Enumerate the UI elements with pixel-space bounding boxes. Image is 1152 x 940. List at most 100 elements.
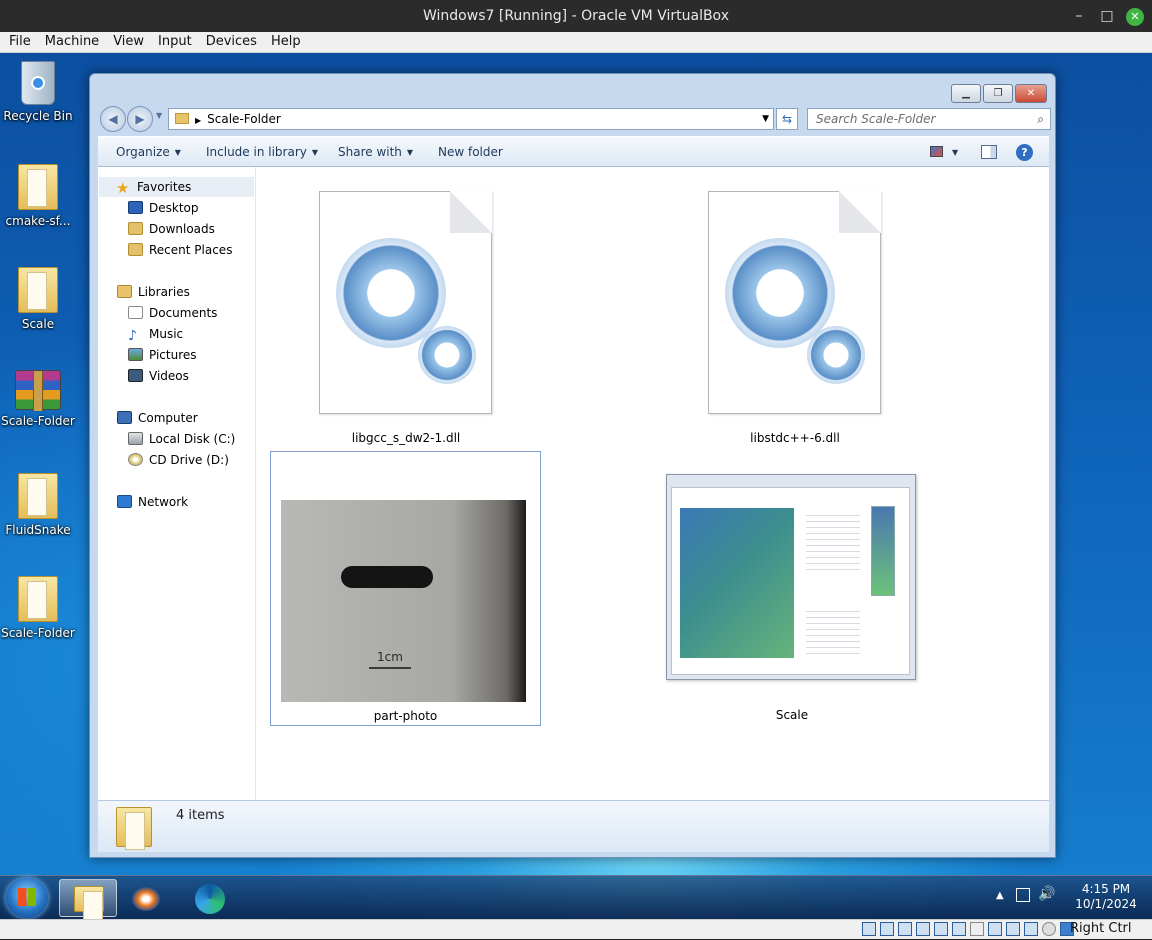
virtualization-icon[interactable] [1006,922,1020,936]
file-item[interactable]: libstdc++-6.dll [705,191,885,453]
nav-libraries[interactable]: Libraries [98,282,190,302]
scale-caption: 1cm [377,650,403,664]
address-dropdown-icon[interactable]: ▼ [762,109,769,129]
recycle-bin-icon [21,61,55,105]
minimize-button[interactable]: ▁ [951,84,981,103]
recent-pages-dropdown-icon[interactable]: ▼ [156,111,162,120]
host-menu-view[interactable]: View [108,32,149,52]
host-minimize-button[interactable]: – [1065,0,1093,32]
help-icon[interactable]: ? [1016,144,1033,161]
nav-downloads[interactable]: Downloads [98,219,215,239]
refresh-button[interactable]: ⇆ [776,108,798,130]
host-menu-input[interactable]: Input [153,32,197,52]
desktop-icon-fluidsnake-folder[interactable]: FluidSnake [0,473,76,537]
nav-favorites[interactable]: ★ Favorites [99,177,254,197]
host-close-button[interactable]: ✕ [1121,0,1149,32]
search-input[interactable]: Search Scale-Folder ⌕ [807,108,1051,130]
gear-icon [807,326,865,384]
nav-videos[interactable]: Videos [98,366,189,386]
taskbar-explorer-button[interactable] [59,879,117,919]
preview-pane-button[interactable] [981,145,997,159]
audio-icon[interactable] [898,922,912,936]
file-name: libstdc++-6.dll [750,431,840,445]
downloads-icon [128,222,143,235]
host-maximize-button[interactable]: □ [1093,0,1121,32]
host-menu-help[interactable]: Help [266,32,306,52]
music-icon: ♪ [128,328,137,344]
folder-icon [18,576,58,622]
nav-network[interactable]: Network [98,492,188,512]
desktop-icon-cmake-folder[interactable]: cmake-sf... [0,164,76,228]
hard-disk-icon[interactable] [862,922,876,936]
maximize-button[interactable]: ❐ [983,84,1013,103]
forward-button[interactable]: ▶ [127,106,153,132]
breadcrumb-current-folder[interactable]: Scale-Folder [207,112,281,126]
file-name: part-photo [373,709,438,723]
edge-icon [195,884,225,914]
recent-places-icon [128,243,143,256]
share-with-button[interactable]: Share with ▼ [338,137,413,168]
application-thumbnail [666,474,916,680]
organize-button[interactable]: Organize ▼ [116,137,181,168]
host-menu-machine[interactable]: Machine [40,32,104,52]
nav-computer[interactable]: Computer [98,408,198,428]
taskbar: ▲ 🔊 4:15 PM 10/1/2024 [0,875,1152,919]
change-view-button[interactable]: ▼ [930,137,958,168]
new-folder-button[interactable]: New folder [438,137,503,167]
back-button[interactable]: ◀ [100,106,126,132]
host-key-label: Right Ctrl [1070,921,1132,936]
desktop-icon-scale-folder-2[interactable]: Scale-Folder [0,576,76,640]
folder-icon [116,807,152,850]
file-item[interactable]: Scale [666,474,918,726]
folder-icon [18,164,58,210]
guest-additions-icon[interactable] [1024,922,1038,936]
explorer-body: ★ Favorites Desktop Downloads Recent Plac… [98,167,1049,800]
include-in-library-button[interactable]: Include in library ▼ [206,137,318,168]
desktop-icon-recycle-bin[interactable]: Recycle Bin [0,61,76,123]
windows-logo-icon [18,888,36,906]
shared-folders-icon[interactable] [952,922,966,936]
taskbar-media-player-button[interactable] [118,879,176,917]
guest-desktop: Recycle Bin cmake-sf... Scale Scale-Fold… [0,53,1152,919]
file-item-selected[interactable]: 1cm part-photo [270,451,541,726]
host-menu-file[interactable]: File [4,32,36,52]
display-icon[interactable] [970,922,984,936]
nav-documents[interactable]: Documents [98,303,217,323]
file-item[interactable]: libgcc_s_dw2-1.dll [316,191,496,453]
nav-local-disk[interactable]: Local Disk (C:) [98,429,235,449]
dll-file-icon [319,191,492,414]
nav-recent-places[interactable]: Recent Places [98,240,232,260]
desktop-icon-scale-folder-archive[interactable]: Scale-Folder [0,370,76,428]
dll-file-icon [708,191,881,414]
host-status-bar: Right Ctrl [0,919,1152,939]
address-bar[interactable]: ▶ Scale-Folder ▼ [168,108,774,130]
volume-icon[interactable]: 🔊 [1038,886,1055,902]
close-button[interactable]: ✕ [1015,84,1047,103]
desktop-icon-scale-folder[interactable]: Scale [0,267,76,331]
part-object [341,566,433,588]
start-button[interactable] [6,878,48,918]
nav-cd-drive[interactable]: CD Drive (D:) [98,450,229,470]
breadcrumb-chevron-icon[interactable]: ▶ [195,116,201,125]
clock[interactable]: 4:15 PM 10/1/2024 [1066,882,1146,912]
host-menu-devices[interactable]: Devices [201,32,262,52]
nav-pictures[interactable]: Pictures [98,345,197,365]
folder-icon [18,267,58,313]
host-title-bar: Windows7 [Running] - Oracle VM VirtualBo… [0,0,1152,32]
network-adapter-icon[interactable] [916,922,930,936]
show-hidden-icons-button[interactable]: ▲ [996,890,1004,901]
optical-drive-icon[interactable] [880,922,894,936]
network-tray-icon[interactable] [1016,888,1030,902]
system-tray: ▲ 🔊 4:15 PM 10/1/2024 [982,876,1152,919]
mouse-integration-icon[interactable] [1042,922,1056,936]
nav-music[interactable]: ♪ Music [98,324,183,344]
recording-icon[interactable] [988,922,1002,936]
libraries-icon [117,285,132,298]
file-list: libgcc_s_dw2-1.dll libstdc++-6.dll 1cm p… [256,167,1049,800]
computer-icon [117,411,132,424]
nav-desktop[interactable]: Desktop [98,198,199,218]
usb-icon[interactable] [934,922,948,936]
scale-bar [369,667,411,669]
taskbar-edge-button[interactable] [183,879,241,917]
item-count: 4 items [176,808,225,823]
